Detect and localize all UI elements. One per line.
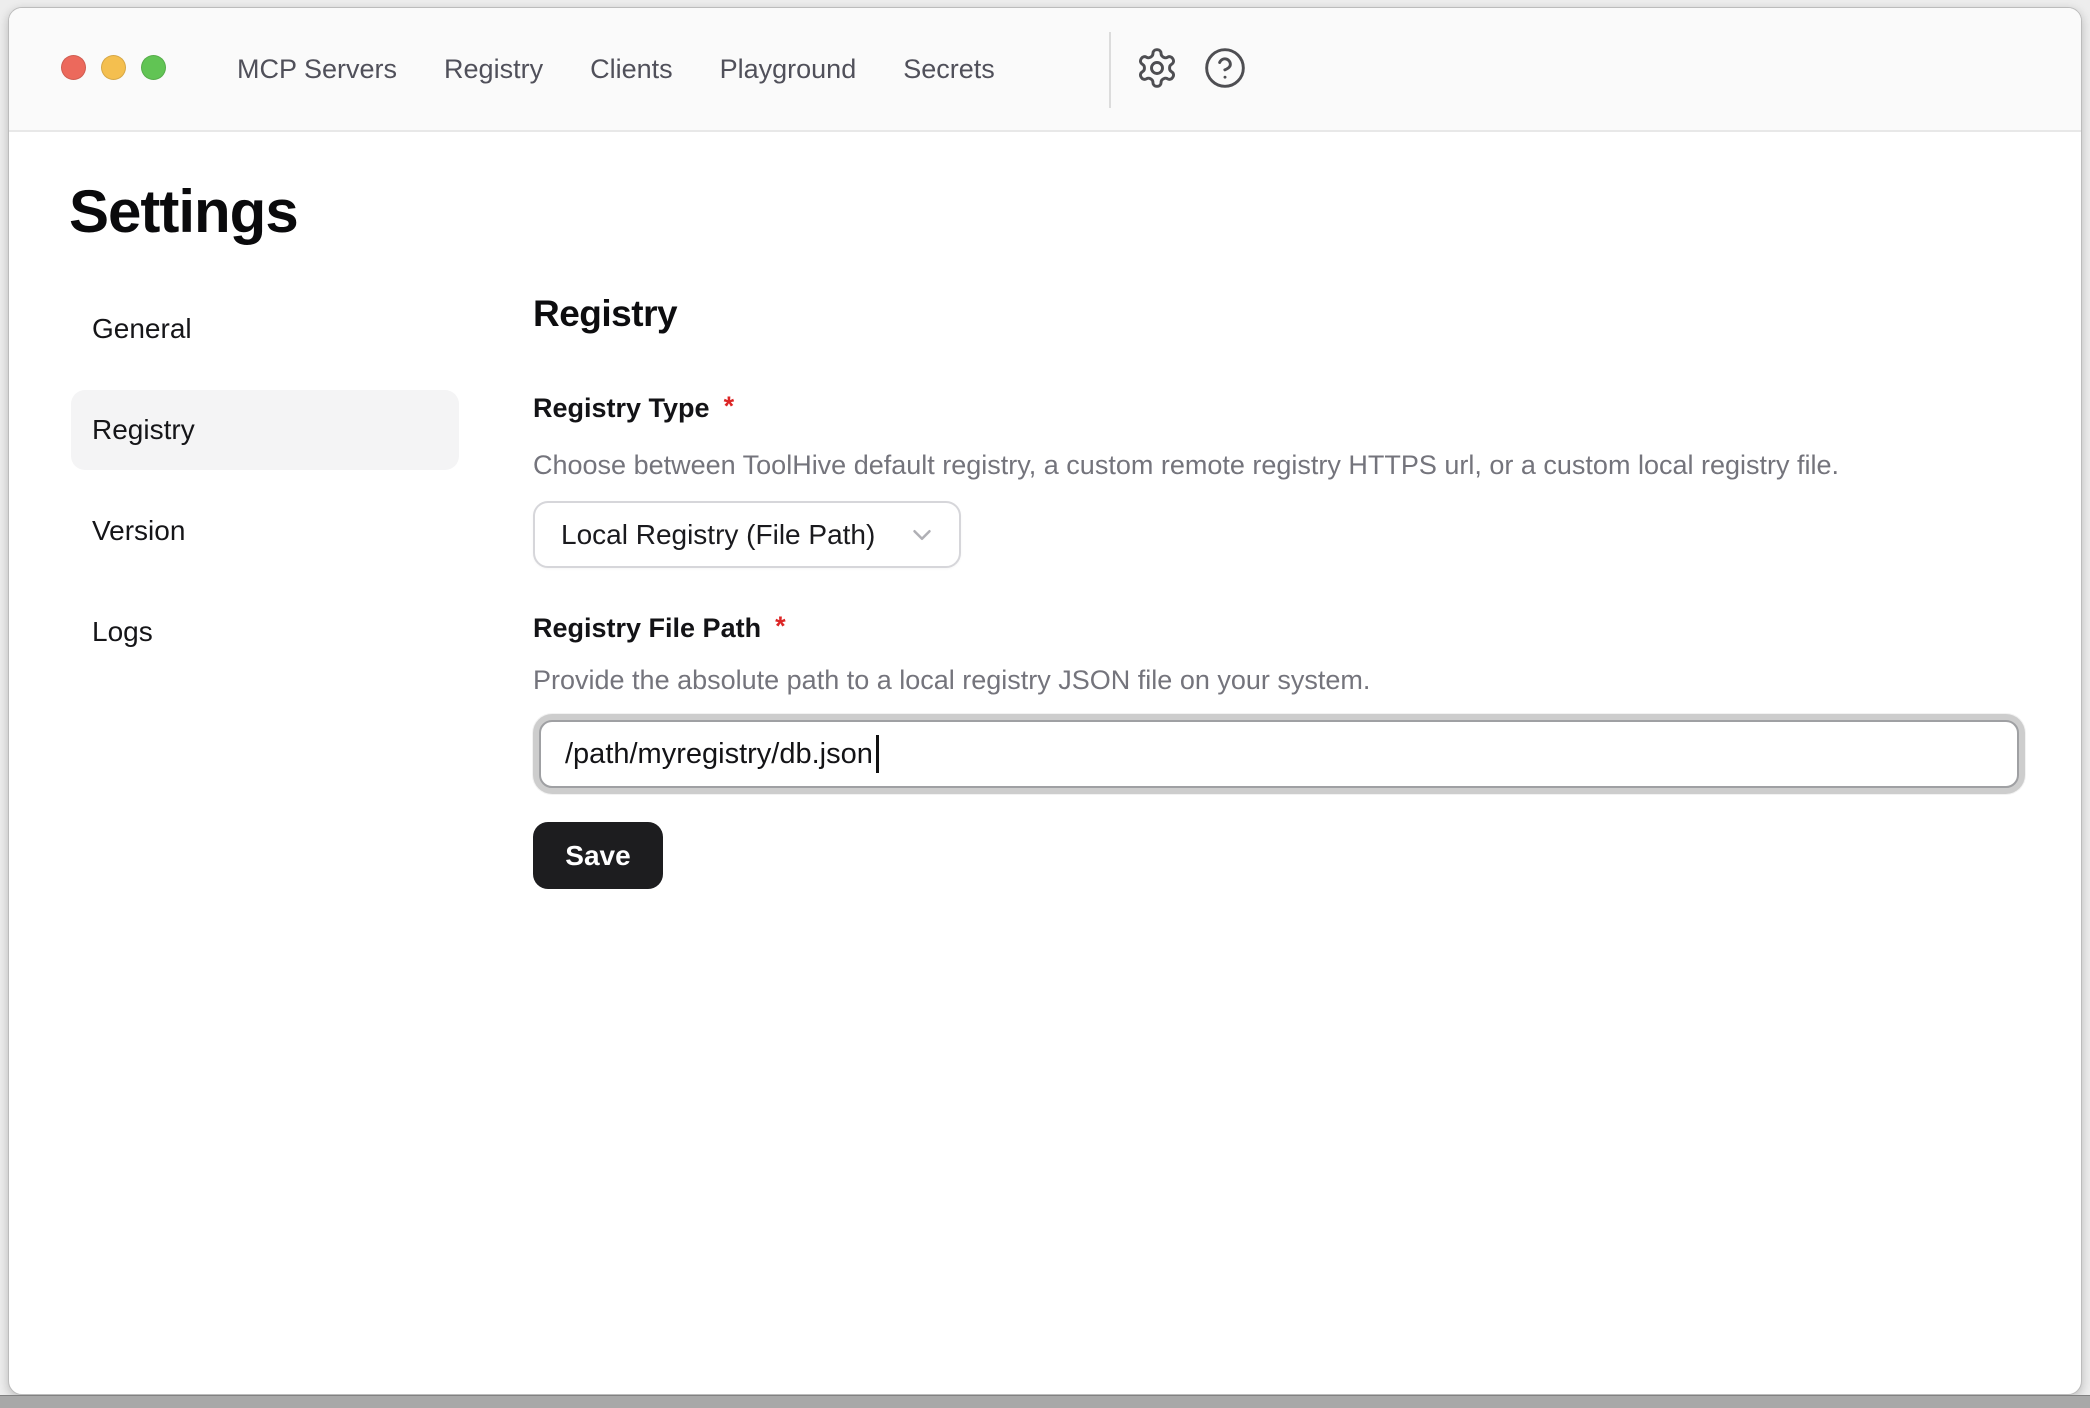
- text-caret: [876, 735, 879, 773]
- registry-file-path-focus-ring: /path/myregistry/db.json: [533, 714, 2025, 794]
- help-icon: [1203, 46, 1247, 90]
- nav-item-secrets[interactable]: Secrets: [903, 54, 995, 85]
- registry-type-description: Choose between ToolHive default registry…: [533, 449, 2025, 482]
- traffic-lights: [61, 55, 166, 80]
- page-title: Settings: [69, 176, 298, 248]
- nav-item-playground[interactable]: Playground: [720, 54, 857, 85]
- minimize-window-button[interactable]: [101, 55, 126, 80]
- sidebar-item-logs[interactable]: Logs: [71, 592, 459, 672]
- registry-type-label: Registry Type: [533, 392, 710, 425]
- save-button-label: Save: [565, 840, 630, 872]
- required-marker: *: [724, 391, 735, 422]
- registry-file-path-label-row: Registry File Path *: [533, 612, 2025, 645]
- settings-sidebar: General Registry Version Logs: [71, 289, 459, 693]
- settings-button[interactable]: [1135, 46, 1179, 90]
- zoom-window-button[interactable]: [141, 55, 166, 80]
- registry-file-path-description: Provide the absolute path to a local reg…: [533, 664, 2025, 697]
- close-window-button[interactable]: [61, 55, 86, 80]
- app-window: MCP Servers Registry Clients Playground …: [8, 7, 2082, 1395]
- sidebar-item-label: Version: [92, 515, 185, 547]
- registry-file-path-label: Registry File Path: [533, 612, 761, 645]
- sidebar-item-label: General: [92, 313, 192, 345]
- save-button[interactable]: Save: [533, 822, 663, 889]
- sidebar-item-version[interactable]: Version: [71, 491, 459, 571]
- registry-type-label-row: Registry Type *: [533, 392, 2025, 425]
- registry-type-selected-value: Local Registry (File Path): [561, 519, 875, 551]
- titlebar-divider: [1109, 32, 1111, 108]
- desktop-background-strip: [0, 1395, 2090, 1408]
- registry-file-path-input[interactable]: /path/myregistry/db.json: [539, 720, 2019, 788]
- gear-icon: [1135, 46, 1179, 90]
- help-button[interactable]: [1203, 46, 1247, 90]
- titlebar: MCP Servers Registry Clients Playground …: [9, 8, 2081, 132]
- sidebar-item-label: Registry: [92, 414, 195, 446]
- registry-file-path-value: /path/myregistry/db.json: [565, 738, 873, 771]
- sidebar-item-general[interactable]: General: [71, 289, 459, 369]
- nav-item-registry[interactable]: Registry: [444, 54, 543, 85]
- registry-type-select[interactable]: Local Registry (File Path): [533, 501, 961, 568]
- sidebar-item-label: Logs: [92, 616, 153, 648]
- sidebar-item-registry[interactable]: Registry: [71, 390, 459, 470]
- required-marker: *: [775, 611, 786, 642]
- nav-item-mcp-servers[interactable]: MCP Servers: [237, 54, 397, 85]
- registry-settings-panel: Registry Registry Type * Choose between …: [533, 293, 2025, 889]
- nav-item-clients[interactable]: Clients: [590, 54, 673, 85]
- panel-heading: Registry: [533, 293, 2025, 335]
- chevron-down-icon: [907, 520, 937, 550]
- top-navigation: MCP Servers Registry Clients Playground …: [237, 8, 995, 130]
